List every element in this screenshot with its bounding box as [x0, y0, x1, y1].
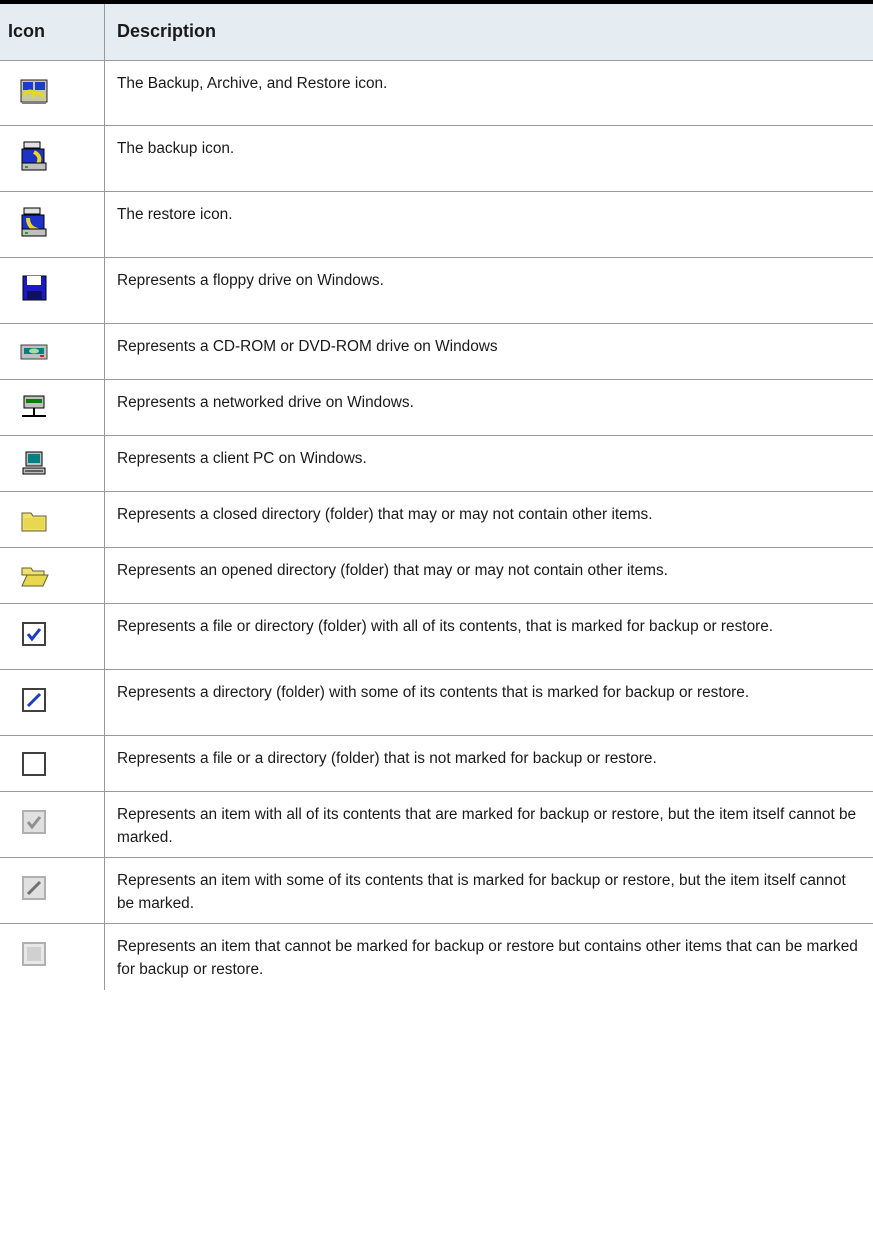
- checkbox-partial-disabled-icon: [18, 872, 50, 904]
- table-row: Represents a networked drive on Windows.: [0, 380, 873, 436]
- row-description: The Backup, Archive, and Restore icon.: [117, 75, 388, 92]
- cdrom-drive-icon: [18, 336, 50, 368]
- network-drive-icon: [18, 392, 50, 424]
- row-description: The restore icon.: [117, 206, 233, 223]
- table-header: Icon Description: [0, 4, 873, 61]
- open-folder-icon: [18, 560, 50, 592]
- row-description: Represents a client PC on Windows.: [117, 450, 367, 467]
- row-description: Represents a closed directory (folder) t…: [117, 506, 653, 523]
- table-row: Represents an opened directory (folder) …: [0, 548, 873, 604]
- row-description: Represents an opened directory (folder) …: [117, 562, 668, 579]
- table-row: Represents a CD-ROM or DVD-ROM drive on …: [0, 324, 873, 380]
- restore-icon: [18, 206, 50, 238]
- table-row: Represents an item with some of its cont…: [0, 858, 873, 924]
- floppy-drive-icon: [18, 272, 50, 304]
- description-column-header: Description: [117, 21, 217, 41]
- backup-icon: [18, 140, 50, 172]
- table-row: Represents a file or directory (folder) …: [0, 604, 873, 670]
- row-description: Represents a CD-ROM or DVD-ROM drive on …: [117, 338, 498, 355]
- row-description: Represents a file or a directory (folder…: [117, 750, 657, 767]
- table-row: Represents a file or a directory (folder…: [0, 736, 873, 792]
- checkbox-checked-disabled-icon: [18, 806, 50, 838]
- table-row: Represents a floppy drive on Windows.: [0, 258, 873, 324]
- checkbox-empty-icon: [18, 748, 50, 780]
- row-description: Represents a networked drive on Windows.: [117, 394, 414, 411]
- icon-description-table: Icon Description The Backup, Archive, an…: [0, 0, 873, 990]
- table-row: Represents a client PC on Windows.: [0, 436, 873, 492]
- checkbox-grayed-icon: [18, 938, 50, 970]
- table-row: The restore icon.: [0, 192, 873, 258]
- backup-archive-restore-icon: [18, 75, 50, 107]
- icon-column-header: Icon: [0, 4, 105, 60]
- closed-folder-icon: [18, 504, 50, 536]
- checkbox-partial-icon: [18, 684, 50, 716]
- row-description: Represents a floppy drive on Windows.: [117, 272, 384, 289]
- client-pc-icon: [18, 448, 50, 480]
- table-row: Represents a directory (folder) with som…: [0, 670, 873, 736]
- table-row: Represents an item with all of its conte…: [0, 792, 873, 858]
- row-description: Represents an item with some of its cont…: [117, 872, 846, 912]
- row-description: The backup icon.: [117, 140, 235, 157]
- table-row: The backup icon.: [0, 126, 873, 192]
- table-row: Represents an item that cannot be marked…: [0, 924, 873, 990]
- table-row: The Backup, Archive, and Restore icon.: [0, 61, 873, 126]
- row-description: Represents a file or directory (folder) …: [117, 618, 774, 635]
- row-description: Represents an item that cannot be marked…: [117, 938, 858, 978]
- checkbox-checked-icon: [18, 618, 50, 650]
- row-description: Represents a directory (folder) with som…: [117, 684, 750, 701]
- row-description: Represents an item with all of its conte…: [117, 806, 857, 846]
- table-row: Represents a closed directory (folder) t…: [0, 492, 873, 548]
